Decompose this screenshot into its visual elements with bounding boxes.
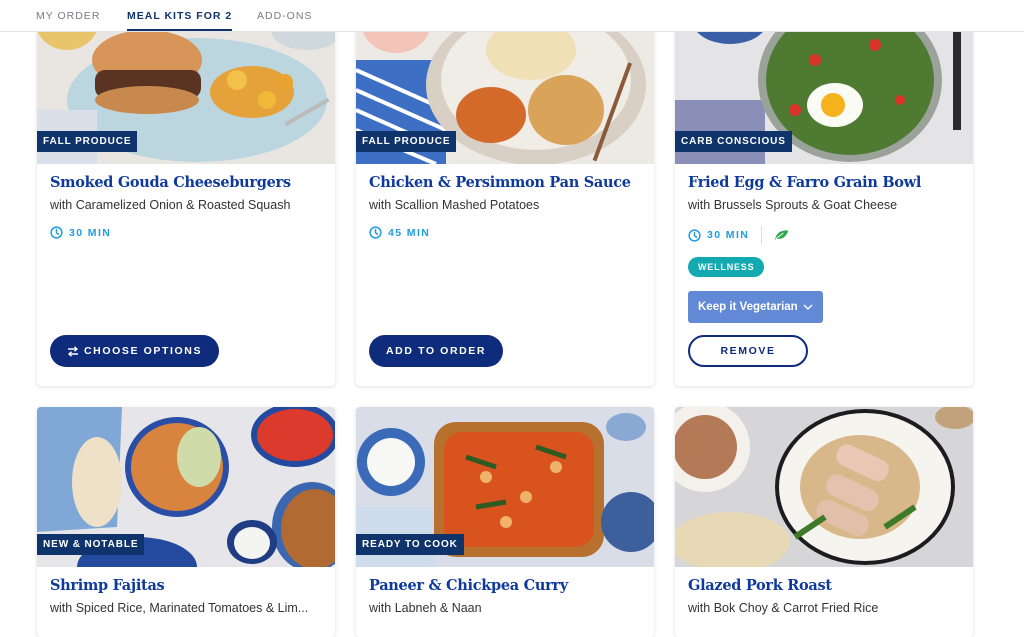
divider: [761, 226, 763, 244]
tab-my-order[interactable]: MY ORDER: [36, 10, 100, 22]
tab-add-ons[interactable]: ADD-ONS: [257, 10, 312, 22]
recipe-tag: NEW & NOTABLE: [37, 534, 145, 555]
recipe-card[interactable]: NEW & NOTABLE Shrimp Fajitas with Spiced…: [37, 407, 335, 637]
recipe-title[interactable]: Shrimp Fajitas: [50, 577, 165, 594]
choose-options-label: CHOOSE OPTIONS: [84, 345, 203, 357]
add-to-order-button[interactable]: ADD TO ORDER: [369, 335, 504, 367]
remove-button[interactable]: REMOVE: [688, 335, 808, 367]
top-navigation: MY ORDER MEAL KITS FOR 2 ADD-ONS: [0, 0, 1024, 32]
recipe-title[interactable]: Paneer & Chickpea Curry: [369, 577, 568, 594]
recipe-card[interactable]: FALL PRODUCE Smoked Gouda Cheeseburgers …: [37, 0, 335, 386]
recipe-subtitle: with Bok Choy & Carrot Fried Rice: [688, 601, 879, 615]
recipe-subtitle: with Brussels Sprouts & Goat Cheese: [688, 198, 898, 212]
chevron-down-icon: [803, 304, 813, 310]
recipe-card[interactable]: FALL PRODUCE Chicken & Persimmon Pan Sau…: [356, 0, 654, 386]
wellness-badge-label: WELLNESS: [698, 262, 755, 272]
customization-select-value: Keep it Vegetarian: [698, 301, 798, 313]
recipe-tag: FALL PRODUCE: [37, 131, 138, 152]
leaf-icon: [775, 230, 789, 240]
cook-time-label: 45 MIN: [388, 226, 431, 239]
recipe-subtitle: with Spiced Rice, Marinated Tomatoes & L…: [50, 601, 309, 615]
recipe-tag: READY TO COOK: [356, 534, 464, 555]
recipe-tag: FALL PRODUCE: [356, 131, 457, 152]
clock-icon: [50, 226, 63, 239]
recipe-card[interactable]: Glazed Pork Roast with Bok Choy & Carrot…: [675, 407, 973, 637]
cook-time: 30 MIN: [50, 226, 111, 239]
recipe-card[interactable]: READY TO COOK Paneer & Chickpea Curry wi…: [356, 407, 654, 637]
cook-time: 30 MIN: [688, 226, 789, 244]
recipe-photo[interactable]: READY TO COOK: [356, 407, 654, 567]
recipe-title[interactable]: Fried Egg & Farro Grain Bowl: [688, 174, 921, 191]
clock-icon: [688, 228, 701, 242]
wellness-badge: WELLNESS: [688, 257, 765, 277]
cook-time-label: 30 MIN: [69, 226, 112, 239]
recipe-title[interactable]: Chicken & Persimmon Pan Sauce: [369, 174, 631, 191]
recipe-title[interactable]: Smoked Gouda Cheeseburgers: [50, 174, 291, 191]
recipe-subtitle: with Labneh & Naan: [369, 601, 482, 615]
add-to-order-label: ADD TO ORDER: [386, 345, 487, 357]
cook-time-label: 30 MIN: [707, 229, 750, 241]
pork-roast-photo: [675, 407, 973, 567]
recipe-subtitle: with Caramelized Onion & Roasted Squash: [50, 198, 291, 212]
recipe-card-selected[interactable]: CARB CONSCIOUS Fried Egg & Farro Grain B…: [675, 0, 973, 386]
recipe-tag: CARB CONSCIOUS: [675, 131, 792, 152]
choose-options-button[interactable]: CHOOSE OPTIONS: [50, 335, 220, 367]
tab-meal-kits[interactable]: MEAL KITS FOR 2: [127, 10, 233, 31]
cook-time: 45 MIN: [369, 226, 430, 239]
recipe-title[interactable]: Glazed Pork Roast: [688, 577, 832, 594]
clock-icon: [369, 226, 382, 239]
recipe-subtitle: with Scallion Mashed Potatoes: [369, 198, 540, 212]
customization-select[interactable]: Keep it Vegetarian: [688, 291, 823, 323]
swap-arrows-icon: [67, 345, 79, 357]
recipe-photo[interactable]: [675, 407, 973, 567]
recipe-photo[interactable]: NEW & NOTABLE: [37, 407, 335, 567]
remove-label: REMOVE: [720, 345, 776, 357]
